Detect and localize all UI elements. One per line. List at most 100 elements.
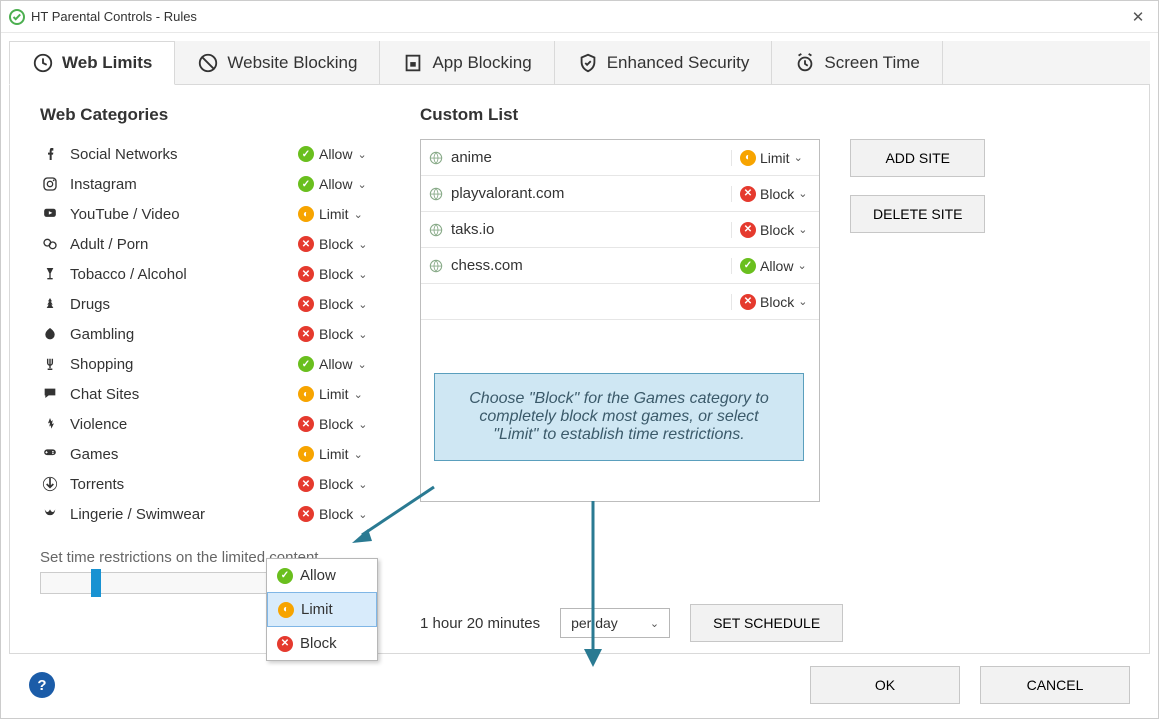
category-action-dropdown[interactable]: ✕Block⌄ (298, 296, 380, 312)
custom-site-action-dropdown[interactable]: ◐Limit⌄ (731, 150, 811, 166)
category-action-dropdown[interactable]: ✕Block⌄ (298, 266, 380, 282)
category-row: YouTube / Video◐Limit⌄ (40, 199, 380, 229)
custom-site-row[interactable]: taks.io✕Block⌄ (421, 212, 819, 248)
category-row: Instagram✓Allow⌄ (40, 169, 380, 199)
category-action-dropdown[interactable]: ◐Limit⌄ (298, 386, 380, 402)
custom-site-row[interactable]: ✕Block⌄ (421, 284, 819, 320)
action-dropdown-popup[interactable]: ✓ Allow ◐ Limit ✕ Block (266, 558, 378, 661)
callout-arrow-left (348, 483, 438, 547)
block-icon: ✕ (740, 222, 756, 238)
category-label: Lingerie / Swimwear (70, 506, 298, 523)
slider-handle[interactable] (91, 569, 101, 597)
block-icon: ✕ (298, 416, 314, 432)
category-label: Chat Sites (70, 386, 298, 403)
category-action-label: Allow (319, 356, 352, 372)
chevron-down-icon: ⌄ (650, 617, 659, 630)
category-action-dropdown[interactable]: ✓Allow⌄ (298, 146, 380, 162)
category-icon (40, 294, 60, 314)
custom-site-action-label: Block (760, 222, 794, 238)
alarm-icon (794, 52, 816, 74)
category-label: Gambling (70, 326, 298, 343)
category-action-dropdown[interactable]: ◐Limit⌄ (298, 206, 380, 222)
custom-list-buttons: ADD SITE DELETE SITE (850, 139, 985, 233)
help-button[interactable]: ? (29, 672, 55, 698)
category-label: Social Networks (70, 146, 298, 163)
app-window: HT Parental Controls - Rules ✕ Web Limit… (0, 0, 1159, 719)
ok-button[interactable]: OK (810, 666, 960, 704)
custom-site-row[interactable]: chess.com✓Allow⌄ (421, 248, 819, 284)
category-icon (40, 234, 60, 254)
category-action-dropdown[interactable]: ✓ Allow ⌄ (298, 356, 380, 372)
chevron-down-icon: ⌄ (358, 268, 367, 281)
custom-site-row[interactable]: playvalorant.com✕Block⌄ (421, 176, 819, 212)
category-action-label: Limit (319, 386, 349, 402)
add-site-button[interactable]: ADD SITE (850, 139, 985, 177)
chevron-down-icon: ⌄ (798, 187, 807, 200)
set-schedule-button[interactable]: SET SCHEDULE (690, 604, 843, 642)
custom-site-name: taks.io (451, 221, 731, 238)
category-row: Games◐Limit⌄ (40, 439, 380, 469)
chevron-down-icon: ⌄ (797, 259, 806, 272)
custom-site-action-label: Allow (760, 258, 793, 274)
category-icon (40, 354, 60, 374)
app-logo-icon (9, 9, 25, 25)
cancel-button[interactable]: CANCEL (980, 666, 1130, 704)
category-label: Games (70, 446, 298, 463)
web-categories-heading: Web Categories (40, 105, 380, 125)
tab-website-blocking[interactable]: Website Blocking (175, 41, 380, 84)
dropdown-item-limit[interactable]: ◐ Limit (267, 592, 377, 627)
block-icon: ✕ (298, 506, 314, 522)
time-period-select[interactable]: per day ⌄ (560, 608, 670, 638)
block-icon: ✕ (298, 476, 314, 492)
dropdown-item-allow[interactable]: ✓ Allow (267, 559, 377, 592)
delete-site-button[interactable]: DELETE SITE (850, 195, 985, 233)
category-label: Adult / Porn (70, 236, 298, 253)
chevron-down-icon: ⌄ (357, 148, 366, 161)
category-action-dropdown[interactable]: ✕Block⌄ (298, 326, 380, 342)
tab-web-limits[interactable]: Web Limits (9, 41, 175, 85)
category-label: Tobacco / Alcohol (70, 266, 298, 283)
custom-site-action-dropdown[interactable]: ✕Block⌄ (731, 186, 811, 202)
category-label: Instagram (70, 176, 298, 193)
tab-panel: Web Categories Social Networks✓Allow⌄Ins… (9, 85, 1150, 654)
custom-site-action-dropdown[interactable]: ✕Block⌄ (731, 222, 811, 238)
tab-enhanced-security[interactable]: Enhanced Security (555, 41, 773, 84)
tab-app-blocking[interactable]: App Blocking (380, 41, 554, 84)
chevron-down-icon: ⌄ (798, 295, 807, 308)
globe-icon (429, 151, 443, 165)
dd-label: Block (300, 635, 337, 652)
custom-site-row[interactable]: anime◐Limit⌄ (421, 140, 819, 176)
limit-icon: ◐ (298, 206, 314, 222)
tab-label: Website Blocking (227, 53, 357, 73)
chevron-down-icon: ⌄ (358, 328, 367, 341)
category-icon (40, 444, 60, 464)
category-label: Shopping (70, 356, 298, 373)
custom-site-action-dropdown[interactable]: ✓Allow⌄ (731, 258, 811, 274)
tab-label: Screen Time (824, 53, 919, 73)
close-button[interactable]: ✕ (1126, 8, 1150, 26)
category-row: Drugs✕Block⌄ (40, 289, 380, 319)
custom-site-action-dropdown[interactable]: ✕Block⌄ (731, 294, 811, 310)
category-row: Torrents✕Block⌄ (40, 469, 380, 499)
globe-icon (429, 187, 443, 201)
category-action-dropdown[interactable]: ◐Limit⌄ (298, 446, 380, 462)
category-action-dropdown[interactable]: ✕Block⌄ (298, 236, 380, 252)
category-action-label: Block (319, 416, 353, 432)
category-icon (40, 174, 60, 194)
allow-icon: ✓ (298, 176, 314, 192)
chevron-down-icon: ⌄ (354, 208, 363, 221)
allow-icon: ✓ (298, 356, 314, 372)
custom-site-name: anime (451, 149, 731, 166)
tab-screen-time[interactable]: Screen Time (772, 41, 942, 84)
category-action-label: Limit (319, 446, 349, 462)
category-label: YouTube / Video (70, 206, 298, 223)
time-row: 1 hour 20 minutes per day ⌄ SET SCHEDULE (420, 604, 1119, 642)
tab-label: Enhanced Security (607, 53, 750, 73)
category-action-dropdown[interactable]: ✓Allow⌄ (298, 176, 380, 192)
category-icon (40, 144, 60, 164)
chevron-down-icon: ⌄ (357, 358, 366, 371)
category-row: Chat Sites◐Limit⌄ (40, 379, 380, 409)
category-action-dropdown[interactable]: ✕Block⌄ (298, 416, 380, 432)
dropdown-item-block[interactable]: ✕ Block (267, 627, 377, 660)
category-action-label: Block (319, 326, 353, 342)
